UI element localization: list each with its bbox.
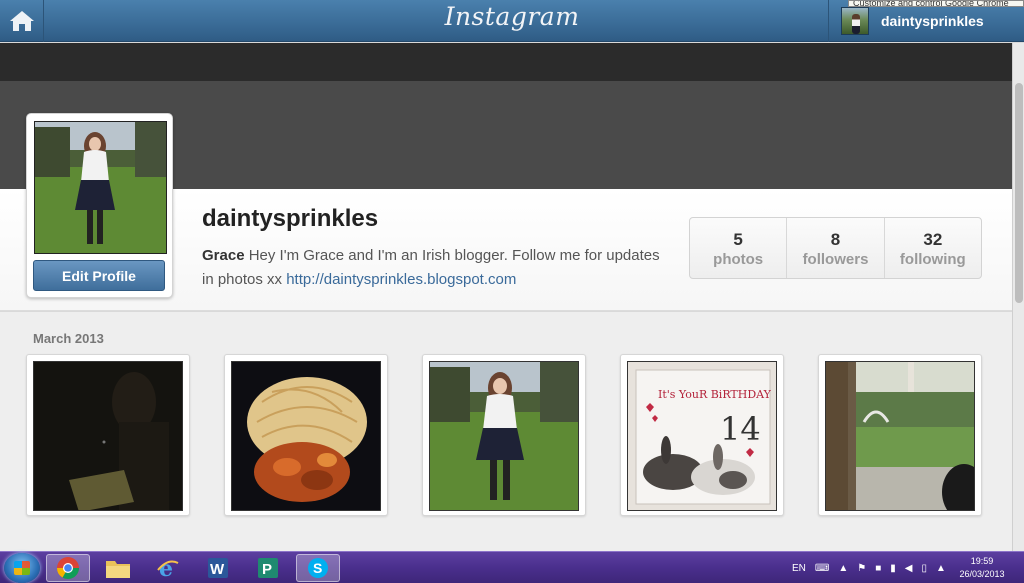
antivirus-icon[interactable]: ■ [875, 563, 881, 574]
svg-text:W: W [210, 561, 225, 578]
stat-label: photos [713, 251, 764, 268]
photo-thumbnail[interactable] [26, 354, 190, 516]
portrait-photo-icon [429, 361, 579, 511]
card-greeting-text: It's YouR BiRTHDAY [658, 388, 772, 401]
profile-picture [34, 121, 167, 254]
stat-following[interactable]: 32 following [885, 218, 981, 278]
taskbar-publisher[interactable]: P [246, 554, 290, 582]
user-avatar [841, 7, 869, 35]
stat-count: 5 [733, 230, 743, 249]
bio-name: Grace [202, 247, 245, 264]
start-button[interactable] [4, 553, 40, 583]
stat-count: 32 [923, 230, 943, 249]
language-indicator[interactable]: EN [792, 563, 806, 574]
card-number-text: 14 [720, 410, 761, 448]
taskbar-word[interactable]: W [196, 554, 240, 582]
publisher-icon: P [258, 558, 278, 578]
photo-thumbnail[interactable]: It's YouR BiRTHDAY 14 [620, 354, 784, 516]
svg-text:S: S [313, 560, 322, 576]
edit-profile-button[interactable]: Edit Profile [33, 260, 165, 291]
photo-thumbnail[interactable] [422, 354, 586, 516]
page-scrollbar[interactable] [1012, 43, 1024, 551]
chrome-tooltip: Customize and control Google Chrome [848, 0, 1024, 7]
dark-photo-icon [33, 361, 183, 511]
folder-icon [106, 561, 130, 578]
header-band [0, 43, 1024, 81]
chrome-icon [57, 557, 79, 579]
photo-thumbnail[interactable] [224, 354, 388, 516]
skype-icon: S [308, 558, 328, 578]
system-clock[interactable]: 19:59 26/03/2013 [952, 555, 1012, 581]
stat-label: followers [802, 251, 869, 268]
profile-username: daintysprinkles [202, 205, 379, 232]
taskbar-chrome[interactable] [46, 554, 90, 582]
battery-icon[interactable]: ▯ [921, 563, 927, 574]
internet-explorer-icon: e [157, 556, 179, 580]
show-hidden-icons-icon[interactable]: ▲ [838, 563, 848, 574]
windows-taskbar: e W P S EN ⌨ ▲ ⚑ ■ ▮ ◀ ▯ ▲ 19:59 26/03/2… [0, 551, 1024, 583]
bio-link[interactable]: http://daintysprinkles.blogspot.com [286, 271, 516, 288]
system-tray: EN ⌨ ▲ ⚑ ■ ▮ ◀ ▯ ▲ [792, 552, 955, 583]
clock-date: 26/03/2013 [959, 569, 1005, 579]
clock-time: 19:59 [970, 556, 994, 566]
user-name: daintysprinkles [881, 13, 984, 29]
flag-icon[interactable]: ⚑ [857, 563, 866, 574]
stat-photos[interactable]: 5 photos [690, 218, 788, 278]
word-icon: W [208, 558, 228, 578]
network-icon[interactable]: ▮ [890, 563, 896, 574]
taskbar-internet-explorer[interactable]: e [146, 554, 190, 582]
taskbar-explorer[interactable] [96, 554, 140, 582]
scrollbar-thumb[interactable] [1015, 83, 1023, 303]
taskbar-skype[interactable]: S [296, 554, 340, 582]
keyboard-icon[interactable]: ⌨ [815, 563, 829, 574]
garden-window-photo-icon [825, 361, 975, 511]
profile-bio: Grace Hey I'm Grace and I'm an Irish blo… [202, 244, 672, 292]
stat-followers[interactable]: 8 followers [787, 218, 885, 278]
profile-avatar-card: Edit Profile [26, 113, 173, 298]
stat-count: 8 [830, 230, 841, 249]
drive-icon[interactable]: ▲ [936, 563, 946, 574]
profile-stats: 5 photos 8 followers 32 following [689, 217, 982, 279]
food-photo-icon [231, 361, 381, 511]
month-heading: March 2013 [33, 331, 104, 346]
birthday-card-photo-icon: It's YouR BiRTHDAY 14 [627, 361, 777, 511]
photo-thumbnail[interactable] [818, 354, 982, 516]
stat-label: following [899, 251, 966, 268]
volume-icon[interactable]: ◀ [905, 563, 913, 574]
svg-text:P: P [262, 561, 272, 578]
